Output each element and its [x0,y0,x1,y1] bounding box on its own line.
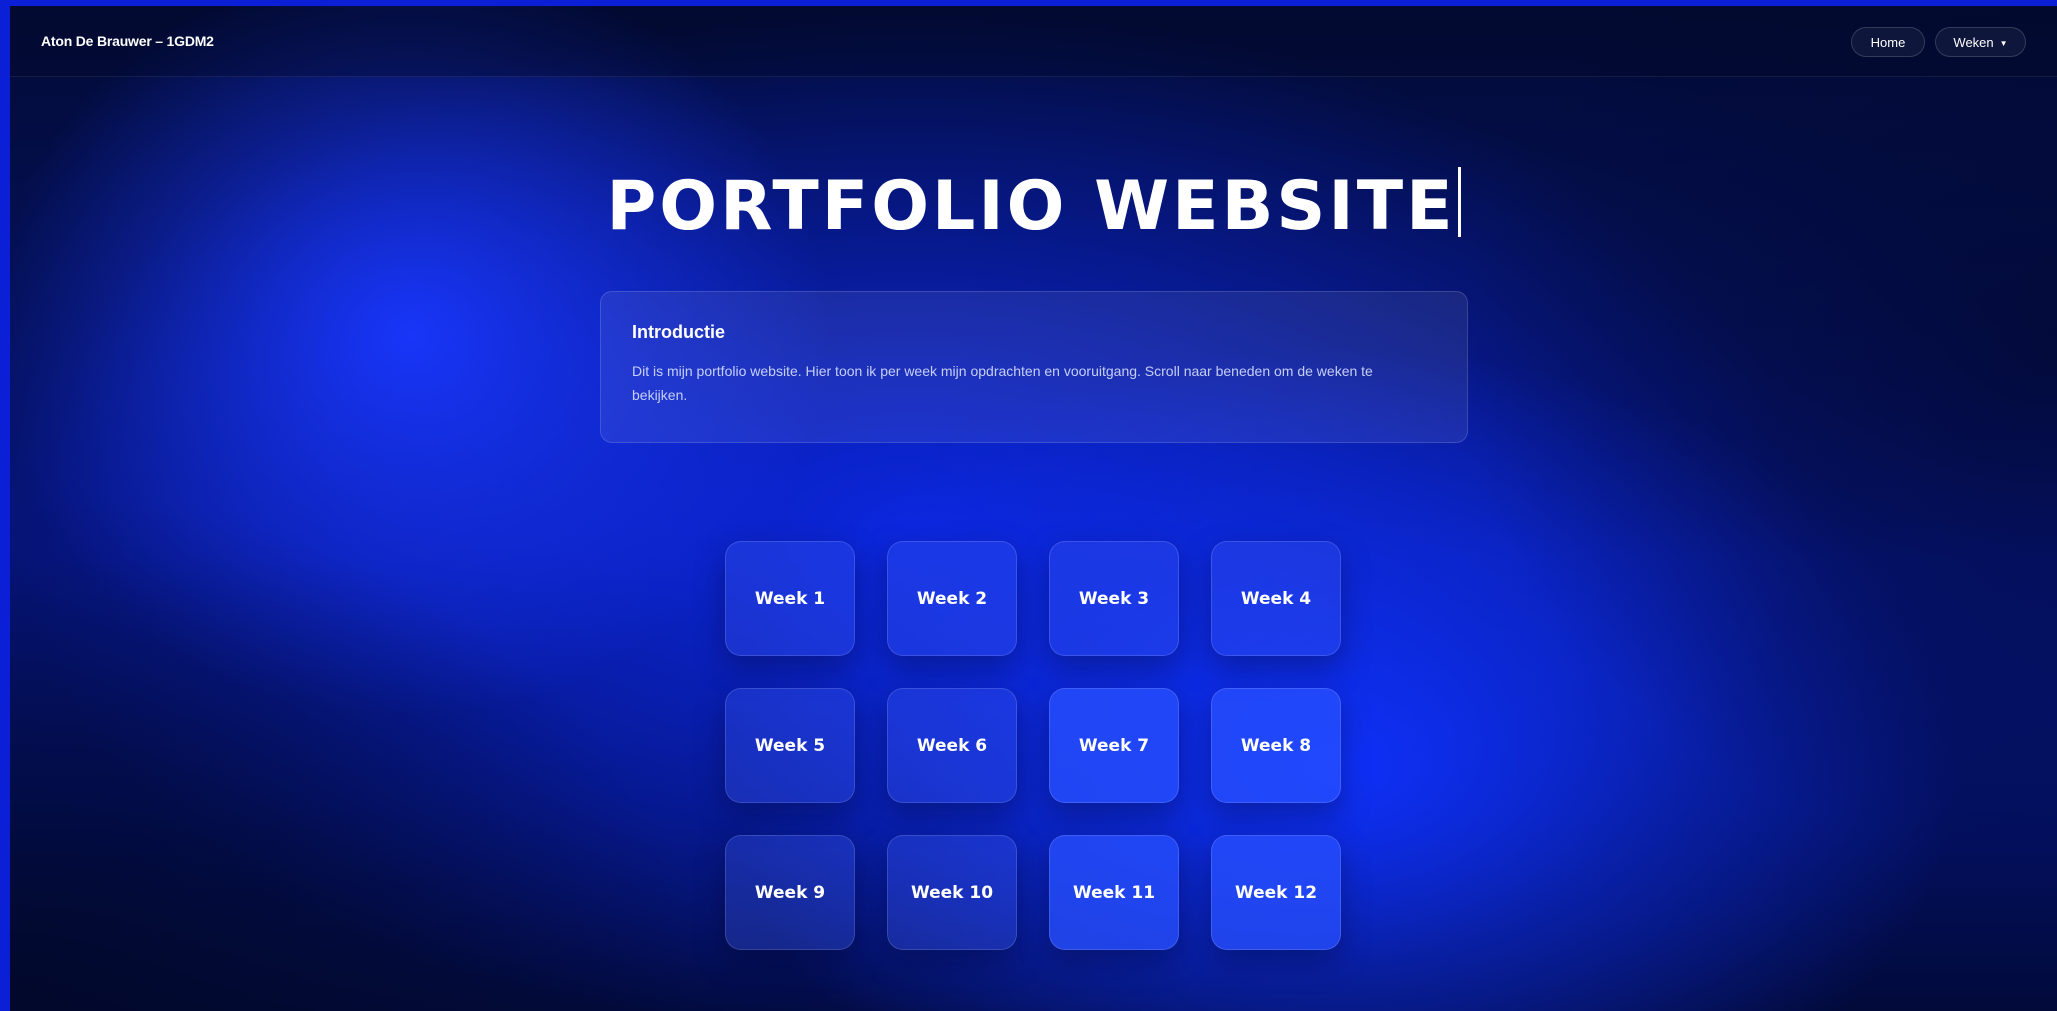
week-card-2[interactable]: Week 2 [887,541,1017,656]
week-card-4[interactable]: Week 4 [1211,541,1341,656]
week-card-5[interactable]: Week 5 [725,688,855,803]
week-card-3[interactable]: Week 3 [1049,541,1179,656]
week-card-11[interactable]: Week 11 [1049,835,1179,950]
typing-cursor [1457,167,1461,237]
week-card-12[interactable]: Week 12 [1211,835,1341,950]
week-card-9[interactable]: Week 9 [725,835,855,950]
nav-home-button[interactable]: Home [1851,27,1925,57]
intro-heading: Introductie [632,322,725,342]
top-navbar: Aton De Brauwer – 1GDM2 Home Weken ▼ [10,6,2057,77]
intro-card: Introductie Dit is mijn portfolio websit… [600,291,1468,443]
week-card-10[interactable]: Week 10 [887,835,1017,950]
nav-weeks-dropdown[interactable]: Weken ▼ [1935,27,2026,57]
week-card-1[interactable]: Week 1 [725,541,855,656]
week-card-6[interactable]: Week 6 [887,688,1017,803]
page: Aton De Brauwer – 1GDM2 Home Weken ▼ PORT… [10,6,2057,1011]
caret-down-icon: ▼ [1999,39,2008,48]
week-card-7[interactable]: Week 7 [1049,688,1179,803]
intro-text: Dit is mijn portfolio website. Hier toon… [632,363,1373,403]
nav-weeks-label: Weken [1953,35,1994,50]
site-brand[interactable]: Aton De Brauwer – 1GDM2 [41,33,214,49]
page-title: PORTFOLIO WEBSITE [10,164,2057,250]
week-card-8[interactable]: Week 8 [1211,688,1341,803]
page-title-text: PORTFOLIO WEBSITE [606,167,1456,246]
